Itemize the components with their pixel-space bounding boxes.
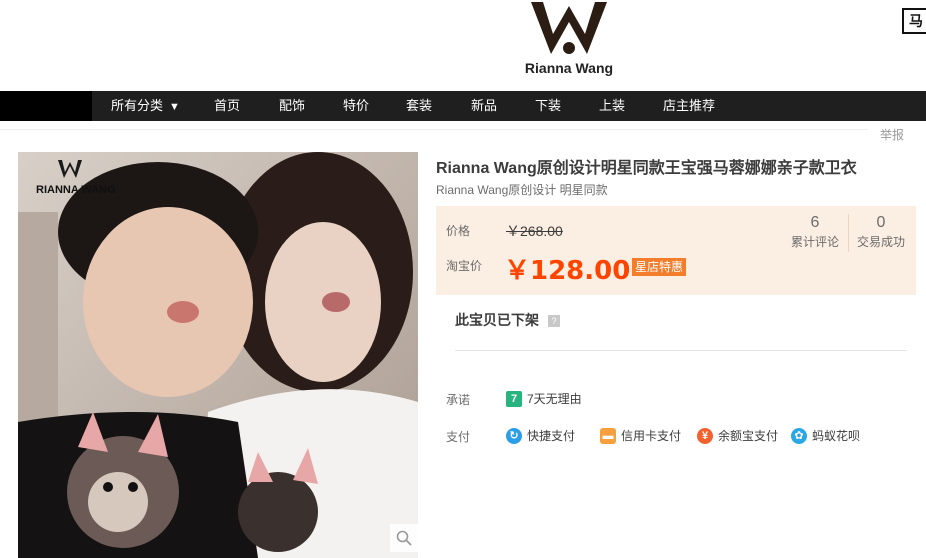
product-photo xyxy=(18,152,418,558)
nav-item-sale[interactable]: 特价 xyxy=(343,91,369,121)
promise-item-label: 7天无理由 xyxy=(527,392,582,406)
price-panel: 价格 ￥268.00 淘宝价 ￥128.00 星店特惠 6 累计评论 0 交易成… xyxy=(436,206,916,295)
payment-label: 支付 xyxy=(446,430,471,444)
payment-quick-pay[interactable]: ↻ 快捷支付 xyxy=(506,428,575,444)
product-subtitle: Rianna Wang原创设计 明星同款 xyxy=(436,183,608,197)
magnifier-icon xyxy=(396,530,412,546)
nav-item-all-categories[interactable]: 所有分类 ▼ xyxy=(111,91,180,121)
promo-badge: 星店特惠 xyxy=(632,258,687,276)
payment-yuebao[interactable]: ¥ 余额宝支付 xyxy=(697,428,778,444)
stat-value: 6 xyxy=(810,214,820,231)
seven-day-icon: 7 xyxy=(506,391,522,407)
logo-mark-icon xyxy=(531,2,607,54)
nav-item-new[interactable]: 新品 xyxy=(471,91,497,121)
report-row: 举报 xyxy=(0,121,926,143)
help-icon[interactable]: ? xyxy=(548,315,560,327)
yuebao-icon: ¥ xyxy=(697,428,713,444)
nav-bar: 所有分类 ▼ 首页 配饰 特价 套装 新品 下装 上装 店主推荐 xyxy=(0,91,926,121)
product-main-image[interactable]: RIANNA WANG xyxy=(18,152,418,558)
store-header: Rianna Wang 马 xyxy=(0,0,926,91)
product-title: Rianna Wang原创设计明星同款王宝强马蓉娜娜亲子款卫衣 xyxy=(436,160,857,177)
nav-item-sets[interactable]: 套装 xyxy=(406,91,432,121)
stat-label: 交易成功 xyxy=(856,235,905,249)
divider xyxy=(455,350,907,351)
image-watermark: RIANNA WANG xyxy=(36,184,116,196)
item-status: 此宝贝已下架 xyxy=(455,312,539,328)
caret-down-icon: ▼ xyxy=(169,101,180,113)
stat-value: 0 xyxy=(876,214,886,231)
logo-text: Rianna Wang xyxy=(524,60,614,76)
quick-pay-icon: ↻ xyxy=(506,428,522,444)
payment-huabei[interactable]: ✿ 蚂蚁花呗 xyxy=(791,428,860,444)
promo-price-label: 淘宝价 xyxy=(446,259,483,273)
stat-reviews[interactable]: 6 累计评论 xyxy=(782,212,848,250)
nav-item-home[interactable]: 首页 xyxy=(214,91,240,121)
payment-method-label: 快捷支付 xyxy=(527,429,576,443)
nav-item-bottoms[interactable]: 下装 xyxy=(535,91,561,121)
promise-7day-return[interactable]: 7 7天无理由 xyxy=(506,391,582,407)
store-logo[interactable]: Rianna Wang xyxy=(519,0,619,82)
nav-item-tops[interactable]: 上装 xyxy=(599,91,625,121)
credit-card-icon: ▬ xyxy=(600,428,616,444)
promo-price: ￥128.00 xyxy=(504,256,631,286)
payment-method-label: 余额宝支付 xyxy=(718,429,779,443)
nav-item-owner-picks[interactable]: 店主推荐 xyxy=(663,91,715,121)
payment-method-label: 信用卡支付 xyxy=(621,429,682,443)
report-link[interactable]: 举报 xyxy=(880,126,904,143)
promise-label: 承诺 xyxy=(446,393,471,407)
payment-credit-card[interactable]: ▬ 信用卡支付 xyxy=(600,428,681,444)
stat-label: 累计评论 xyxy=(790,235,839,249)
nav-item-label: 所有分类 xyxy=(111,98,164,113)
nav-left-block xyxy=(0,91,92,121)
nav-item-accessories[interactable]: 配饰 xyxy=(279,91,305,121)
zoom-button[interactable] xyxy=(390,524,418,552)
corner-badge[interactable]: 马 xyxy=(902,8,926,34)
payment-method-label: 蚂蚁花呗 xyxy=(812,429,861,443)
divider xyxy=(0,129,868,130)
stat-sales[interactable]: 0 交易成功 xyxy=(848,212,914,250)
price-label: 价格 xyxy=(446,224,471,238)
huabei-icon: ✿ xyxy=(791,428,807,444)
original-price: ￥268.00 xyxy=(506,223,563,239)
